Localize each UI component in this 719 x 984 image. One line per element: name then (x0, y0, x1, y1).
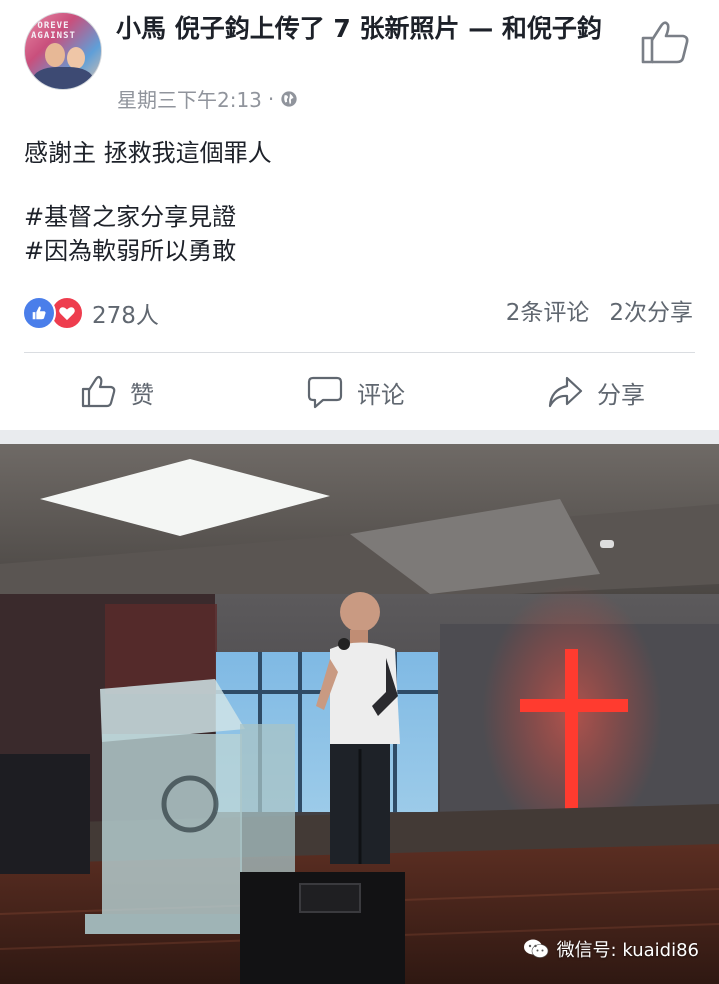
post-meta: 星期三下午2:13 · (117, 84, 298, 113)
comment-icon (307, 376, 343, 409)
post-photo[interactable]: 微信号: kuaidi86 (0, 444, 719, 984)
post-timestamp[interactable]: 星期三下午2:13 (117, 84, 262, 113)
like-icon (22, 296, 56, 330)
meta-separator: · (267, 86, 275, 111)
hashtag-link[interactable]: #因為軟弱所以勇敢 (24, 234, 272, 268)
reaction-count: 278人 (92, 303, 159, 329)
share-icon (548, 376, 583, 408)
thumbs-up-icon[interactable] (639, 18, 691, 66)
avatar-text: FOREVE AGAINST (31, 21, 76, 41)
post-author-line[interactable]: 小馬 倪子鈞上传了 7 张新照片 — 和倪子鈞 (116, 13, 616, 44)
engagement-stats: 2条评论 2次分享 (506, 296, 693, 330)
wechat-icon (523, 939, 548, 958)
reactions-summary[interactable]: 278人 (22, 296, 159, 330)
post-body-line: 感謝主 拯救我這個罪人 (24, 139, 272, 167)
hashtag-link[interactable]: #基督之家分享見證 (24, 200, 272, 234)
photo-separator (0, 430, 719, 444)
speaker-person (340, 592, 380, 632)
share-button[interactable]: 分享 (547, 370, 645, 414)
post-body: 感謝主 拯救我這個罪人 #基督之家分享見證 #因為軟弱所以勇敢 (24, 136, 272, 268)
share-count-link[interactable]: 2次分享 (609, 296, 693, 330)
watermark-text: 微信号: kuaidi86 (556, 940, 699, 961)
thumbs-up-icon (81, 375, 116, 408)
comment-label: 评论 (357, 380, 405, 409)
watermark: 微信号: kuaidi86 (523, 936, 699, 962)
comment-button[interactable]: 评论 (307, 370, 405, 414)
share-label: 分享 (597, 380, 645, 409)
globe-icon (281, 90, 297, 107)
post-card: FOREVE AGAINST 小馬 倪子鈞上传了 7 张新照片 — 和倪子鈞 星… (0, 0, 719, 430)
church-stage-scene (0, 444, 719, 984)
like-label: 赞 (130, 380, 154, 409)
avatar[interactable]: FOREVE AGAINST (24, 12, 102, 90)
action-bar: 赞 评论 分享 (0, 360, 719, 422)
like-button[interactable]: 赞 (80, 370, 154, 414)
comment-count-link[interactable]: 2条评论 (506, 296, 590, 330)
divider (24, 352, 695, 353)
